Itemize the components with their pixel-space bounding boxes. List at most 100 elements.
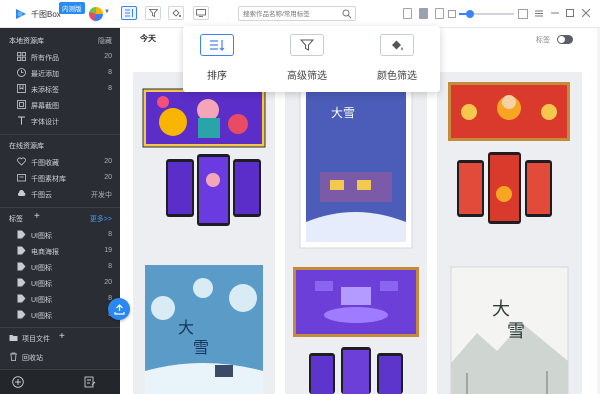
advanced-filter-option[interactable]: 高级筛选 (277, 34, 337, 86)
artwork-card[interactable]: 大雪 (285, 72, 427, 265)
color-filter-toolbar-button[interactable] (168, 6, 184, 20)
sidebar-item-all-works[interactable]: 所有作品 20 (0, 50, 120, 64)
artwork-card[interactable] (437, 72, 582, 265)
zoom-slider-thumb[interactable] (466, 10, 474, 18)
sidebar-tag-item[interactable]: 电商海报 19 (0, 244, 120, 258)
zoom-slider[interactable] (459, 10, 514, 18)
sort-option[interactable]: 排序 (187, 34, 247, 86)
sidebar-item-label: 屏幕截图 (31, 103, 59, 110)
sidebar-item-screenshots[interactable]: 屏幕截图 (0, 98, 120, 112)
screen-toolbar-button[interactable] (193, 6, 209, 20)
tags-heading: 标签 (9, 216, 23, 223)
sort-toolbar-button[interactable] (121, 6, 137, 20)
cloud-icon (17, 190, 26, 196)
sidebar-item-qiantu-library[interactable]: 千图素材库 20 (0, 171, 120, 185)
svg-text:大: 大 (178, 318, 194, 337)
view-list-icon[interactable] (435, 8, 444, 19)
view-single-column-icon[interactable] (403, 8, 412, 19)
minimize-icon[interactable] (549, 7, 561, 19)
tag-icon (17, 310, 26, 319)
sidebar-item-label: 电商海报 (31, 249, 59, 256)
bookmark-icon (17, 84, 26, 93)
edition-badge: 内测版 (59, 2, 85, 14)
tag-icon (17, 278, 26, 287)
upload-button[interactable] (108, 298, 130, 320)
tag-icon (17, 262, 26, 271)
sidebar-item-count: 20 (104, 53, 112, 60)
sidebar-divider (0, 134, 120, 135)
add-circle-icon[interactable] (12, 376, 24, 388)
sidebar-item-label: UI图标 (31, 297, 52, 304)
sidebar-item-qiantu-cloud[interactable]: 千图云 开发中 (0, 187, 120, 201)
sidebar-tag-item[interactable]: UI图标 8 (0, 260, 120, 274)
sidebar: 本地资源库 隐藏 所有作品 20 最近添加 8 未添标签 8 屏幕截图 字体设计… (0, 28, 120, 394)
sidebar-item-count: 20 (104, 158, 112, 165)
sort-icon (124, 9, 133, 17)
sidebar-item-recycle-bin[interactable]: 回收站 (0, 350, 120, 364)
sidebar-item-label: UI图标 (31, 265, 52, 272)
sidebar-divider (0, 327, 120, 328)
grid-icon (17, 52, 26, 61)
chevron-down-icon[interactable]: ▼ (104, 9, 110, 15)
sidebar-item-qiantu-favorites[interactable]: 千图收藏 20 (0, 155, 120, 169)
sort-filter-popup: 排序 高级筛选 颜色筛选 (183, 26, 440, 92)
edit-note-icon[interactable] (84, 376, 96, 388)
title-bar: 千图Box 内测版 ▼ (0, 0, 600, 28)
zoom-out-icon[interactable] (448, 10, 456, 18)
sidebar-tag-item[interactable]: UI图标 8 (0, 308, 120, 322)
avatar[interactable] (89, 7, 103, 21)
svg-text:雪: 雪 (507, 321, 525, 342)
tag-toggle[interactable] (557, 35, 573, 44)
close-icon[interactable] (580, 7, 592, 19)
sidebar-item-font-design[interactable]: 字体设计 (0, 114, 120, 128)
artwork-card[interactable] (133, 72, 275, 265)
sidebar-tag-item[interactable]: UI图标 8 (0, 228, 120, 242)
color-filter-option[interactable]: 颜色筛选 (367, 34, 427, 86)
sidebar-item-label: 所有作品 (31, 55, 59, 62)
filter-toolbar-button[interactable] (145, 6, 161, 20)
zoom-in-icon[interactable] (518, 9, 528, 19)
sidebar-bottom-bar (0, 369, 120, 394)
advanced-filter-label: 高级筛选 (287, 71, 327, 82)
artwork-card[interactable]: 大 雪 (437, 253, 582, 394)
sidebar-item-count: 8 (108, 69, 112, 76)
screenshot-icon (17, 100, 26, 109)
sidebar-item-recently-added[interactable]: 最近添加 8 (0, 66, 120, 80)
tag-icon (17, 246, 26, 255)
hide-local-library-link[interactable]: 隐藏 (98, 36, 112, 46)
sort-option-label: 排序 (207, 71, 227, 82)
clock-icon (17, 68, 26, 77)
sidebar-item-untagged[interactable]: 未添标签 8 (0, 82, 120, 96)
artwork-thumbnail (133, 72, 275, 265)
library-icon (17, 174, 26, 182)
sidebar-tag-item[interactable]: UI图标 20 (0, 276, 120, 290)
maximize-icon[interactable] (564, 7, 576, 19)
artwork-card[interactable] (285, 253, 427, 394)
sidebar-item-label: 千图收藏 (31, 160, 59, 167)
sidebar-tag-item[interactable]: UI图标 8 (0, 292, 120, 306)
sidebar-item-count: 8 (108, 263, 112, 270)
sidebar-item-label: 未添标签 (31, 87, 59, 94)
sidebar-item-count: 20 (104, 279, 112, 286)
filter-icon (300, 39, 314, 51)
search-input[interactable] (243, 8, 339, 20)
view-grid-icon[interactable] (419, 8, 428, 19)
app-title: 千图Box (31, 10, 61, 19)
artwork-card[interactable]: 大 雪 (133, 253, 275, 394)
monitor-icon (196, 9, 206, 17)
sidebar-item-project-files[interactable]: 项目文件 + (0, 331, 120, 345)
add-tag-icon[interactable]: + (34, 211, 40, 222)
sidebar-item-label: 字体设计 (31, 119, 59, 126)
menu-icon[interactable] (533, 7, 545, 19)
folder-icon (9, 335, 18, 341)
sidebar-item-count: 8 (108, 85, 112, 92)
search-icon[interactable] (342, 9, 352, 19)
sidebar-item-label: 千图云 (31, 192, 52, 199)
add-project-icon[interactable]: + (59, 331, 65, 342)
svg-text:大: 大 (492, 299, 510, 320)
tag-icon (17, 230, 26, 239)
trash-icon (10, 352, 17, 361)
sidebar-item-label: 项目文件 (22, 336, 50, 343)
more-tags-link[interactable]: 更多>> (90, 214, 112, 224)
sidebar-item-count: 20 (104, 174, 112, 181)
